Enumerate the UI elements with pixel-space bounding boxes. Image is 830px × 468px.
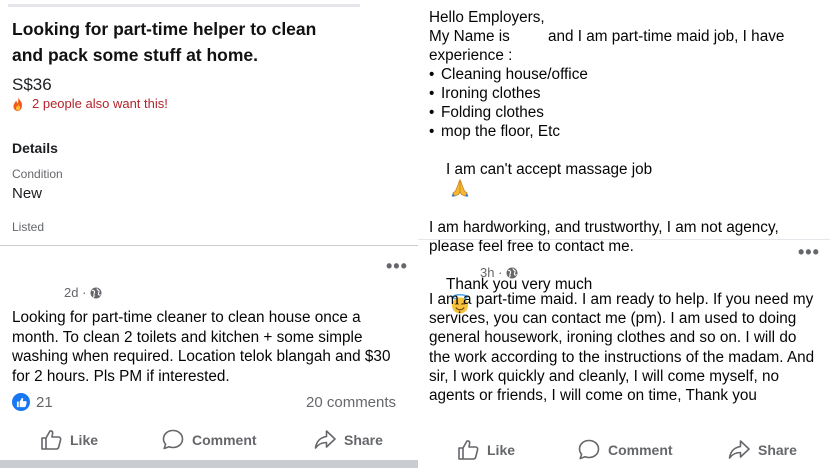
text-line: Hello Employers, — [429, 9, 545, 26]
comment-count[interactable]: 20 comments — [306, 394, 396, 411]
like-count: 21 — [36, 393, 53, 411]
globe-icon — [506, 267, 518, 278]
condition-value: New — [12, 185, 43, 202]
share-label: Share — [344, 431, 383, 448]
reaction-summary[interactable]: 21 — [12, 393, 53, 411]
text-line: My Name is and I am part-time maid job, … — [429, 28, 785, 45]
bottom-divider — [0, 460, 418, 468]
fire-icon — [13, 96, 22, 111]
more-options-icon[interactable]: ••• — [386, 256, 408, 277]
condition-label: Condition — [12, 167, 63, 181]
thumbs-up-icon — [41, 430, 62, 450]
post-meta: 3h · — [480, 265, 518, 280]
left-panel: Looking for part-time helper to clean an… — [0, 0, 418, 468]
share-arrow-icon — [728, 440, 750, 459]
comment-button[interactable]: Comment — [578, 439, 673, 460]
listing-title: Looking for part-time helper to clean an… — [12, 19, 317, 65]
speech-bubble-icon — [578, 439, 600, 460]
bullet-icon: • — [429, 123, 435, 140]
text-line: I am hardworking, and trustworthy, I am … — [429, 219, 779, 236]
comment-label: Comment — [608, 441, 673, 458]
like-label: Like — [487, 441, 516, 458]
more-options-icon[interactable]: ••• — [798, 242, 820, 263]
post-body: I am a part-time maid. I am ready to hel… — [429, 291, 815, 405]
share-label: Share — [758, 441, 797, 458]
share-arrow-icon — [314, 430, 336, 449]
speech-bubble-icon — [162, 429, 184, 450]
section-divider — [418, 239, 830, 240]
bullet-item: • Folding clothes — [429, 104, 544, 121]
marketplace-listing: Looking for part-time helper to clean an… — [0, 0, 418, 245]
bullet-icon: • — [429, 66, 435, 83]
post-body-top: Hello Employers, My Name is and I am par… — [429, 8, 819, 335]
folded-hands-emoji — [451, 179, 469, 197]
text-line: experience : — [429, 47, 513, 64]
bullet-icon: • — [429, 85, 435, 102]
listed-label: Listed — [12, 220, 45, 234]
comment-label: Comment — [192, 431, 257, 448]
share-button[interactable]: Share — [314, 429, 383, 450]
like-button[interactable]: Like — [457, 439, 515, 460]
like-button[interactable]: Like — [40, 429, 98, 450]
globe-icon — [90, 287, 102, 298]
post-meta: 2d · — [64, 285, 102, 300]
post-time: 2d · — [64, 285, 87, 300]
top-divider — [8, 4, 360, 7]
bullet-item: • mop the floor, Etc — [429, 123, 561, 140]
interest-indicator: 2 people also want this! — [12, 96, 168, 111]
thumbs-up-icon — [458, 440, 479, 460]
post-time: 3h · — [480, 265, 503, 280]
section-divider — [0, 245, 418, 246]
listing-price: S$36 — [12, 75, 52, 94]
bullet-item: • Ironing clothes — [429, 85, 541, 102]
details-heading: Details — [12, 140, 58, 156]
post-body: Looking for part-time cleaner to clean h… — [12, 309, 391, 385]
bullet-icon: • — [429, 104, 435, 121]
like-reaction-icon — [12, 393, 30, 411]
comment-button[interactable]: Comment — [162, 429, 257, 450]
like-label: Like — [70, 431, 99, 448]
bullet-item: • Cleaning house/office — [429, 66, 588, 83]
share-button[interactable]: Share — [728, 439, 797, 460]
interest-text: 2 people also want this! — [32, 96, 168, 111]
text-line-with-emoji: I am can't accept massage job — [429, 141, 819, 218]
